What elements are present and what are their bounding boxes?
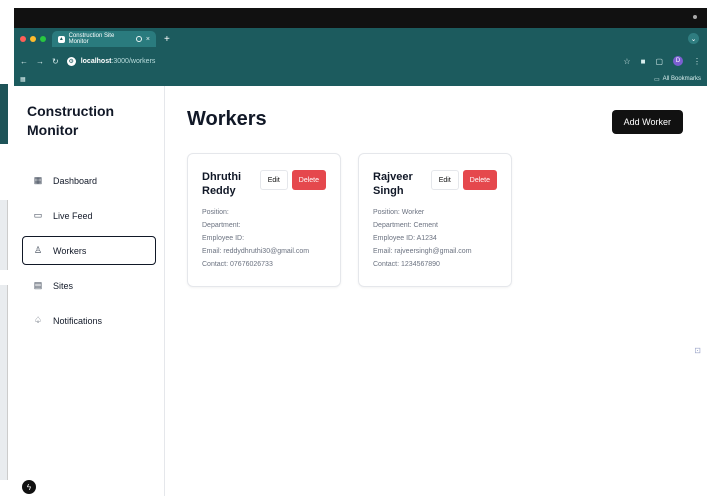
sidebar: Construction Monitor ▦ Dashboard ▭ Live …: [14, 86, 165, 496]
bookmarks-bar: ▦ ▭ All Bookmarks: [14, 72, 707, 86]
all-bookmarks[interactable]: ▭ All Bookmarks: [654, 76, 701, 83]
forward-icon[interactable]: →: [36, 57, 44, 66]
floating-helper-icon[interactable]: ⊡: [694, 346, 701, 355]
camera-icon: ▭: [33, 210, 43, 220]
sidebar-item-dashboard[interactable]: ▦ Dashboard: [22, 166, 156, 195]
sidebar-item-label: Live Feed: [53, 210, 93, 221]
worker-employee-id: Employee ID:: [202, 235, 245, 242]
edit-button[interactable]: Edit: [430, 170, 459, 190]
profile-avatar[interactable]: D: [673, 56, 683, 66]
url-path: :3000/workers: [111, 57, 156, 65]
desktop-edge: [0, 0, 14, 496]
new-tab-button[interactable]: +: [164, 34, 170, 45]
background-window-sliver: [0, 285, 8, 480]
worker-position: Position:: [202, 209, 229, 216]
status-dot-icon: [693, 15, 697, 19]
maximize-window-icon[interactable]: [40, 36, 46, 42]
app-layout: Construction Monitor ▦ Dashboard ▭ Live …: [14, 86, 707, 496]
worker-position: Position: Worker: [373, 209, 425, 216]
worker-card-header: Rajveer Singh Edit Delete: [373, 170, 497, 198]
tab-favicon-icon: ▲: [58, 35, 65, 43]
sidebar-item-notifications[interactable]: ♤ Notifications: [22, 306, 156, 335]
tab-recording-icon: [136, 36, 142, 42]
dashboard-icon: ▦: [33, 175, 43, 185]
worker-contact: Contact: 1234567890: [373, 261, 440, 268]
sidebar-item-sites[interactable]: ▤ Sites: [22, 271, 156, 300]
brand-title: Construction Monitor: [27, 103, 115, 138]
worker-name: Rajveer Singh: [373, 171, 413, 197]
worker-contact: Contact: 07676026733: [202, 261, 273, 268]
toolbar-actions: ☆ ■ ▢ D ⋮: [623, 56, 701, 66]
worker-employee-id: Employee ID: A1234: [373, 235, 437, 242]
worker-email: Email: rajveersingh@gmail.com: [373, 248, 472, 255]
background-window-sliver: [0, 84, 8, 144]
close-window-icon[interactable]: [20, 36, 26, 42]
worker-card: Dhruthi Reddy Edit Delete Position: Depa…: [187, 153, 341, 287]
os-top-bar: [14, 8, 707, 28]
tab-title: Construction Site Monitor: [68, 33, 115, 45]
sidebar-item-label: Dashboard: [53, 175, 98, 186]
worker-name: Dhruthi Reddy: [202, 171, 242, 197]
worker-email: Email: reddydhruthi30@gmail.com: [202, 248, 310, 255]
worker-card: Rajveer Singh Edit Delete Position: Work…: [358, 153, 512, 287]
sidebar-item-label: Notifications: [53, 315, 103, 326]
back-icon[interactable]: ←: [20, 57, 28, 66]
apps-grid-icon[interactable]: ▦: [20, 76, 26, 83]
address-bar: ← → ↻ ⚙ localhost:3000/workers ☆ ■ ▢ D ⋮: [14, 50, 707, 72]
extension-icon[interactable]: ■: [641, 57, 646, 66]
sidebar-item-live-feed[interactable]: ▭ Live Feed: [22, 201, 156, 230]
site-info-icon[interactable]: ⚙: [66, 56, 76, 66]
dev-tools-icon[interactable]: ϟ: [22, 480, 36, 494]
reload-icon[interactable]: ↻: [52, 57, 59, 66]
page-title: Workers: [187, 108, 267, 130]
worker-department: Department: Cement: [373, 222, 438, 229]
browser-tab[interactable]: ▲ Construction Site Monitor ×: [52, 31, 156, 47]
sidebar-item-label: Workers: [53, 245, 87, 256]
sidebar-item-label: Sites: [53, 280, 74, 291]
screen: ▲ Construction Site Monitor × + ⌄ ← → ↻ …: [0, 0, 707, 496]
worker-department: Department:: [202, 222, 241, 229]
browser-menu-icon[interactable]: ⋮: [693, 57, 701, 66]
tab-bar: ▲ Construction Site Monitor × + ⌄: [14, 28, 707, 50]
minimize-window-icon[interactable]: [30, 36, 36, 42]
users-icon: ♙: [33, 245, 43, 255]
url-host: localhost: [80, 57, 112, 65]
url-field[interactable]: ⚙ localhost:3000/workers: [66, 56, 156, 66]
folder-icon: ▭: [653, 76, 660, 83]
worker-list: Dhruthi Reddy Edit Delete Position: Depa…: [187, 153, 685, 287]
delete-button[interactable]: Delete: [462, 170, 497, 190]
sidebar-item-workers[interactable]: ♙ Workers: [22, 236, 156, 265]
all-bookmarks-label: All Bookmarks: [662, 76, 701, 82]
edit-button[interactable]: Edit: [259, 170, 288, 190]
worker-actions: Edit Delete: [259, 170, 326, 190]
worker-actions: Edit Delete: [430, 170, 497, 190]
delete-button[interactable]: Delete: [291, 170, 326, 190]
sidepanel-icon[interactable]: ▢: [655, 57, 663, 66]
tab-close-icon[interactable]: ×: [146, 36, 150, 43]
main-content: Workers Add Worker Dhruthi Reddy Edit De…: [165, 86, 707, 496]
add-worker-button[interactable]: Add Worker: [611, 110, 683, 134]
browser-window: ▲ Construction Site Monitor × + ⌄ ← → ↻ …: [14, 8, 707, 496]
worker-card-header: Dhruthi Reddy Edit Delete: [202, 170, 326, 198]
window-controls: [20, 36, 46, 42]
tab-search-icon[interactable]: ⌄: [688, 33, 699, 44]
building-icon: ▤: [33, 280, 43, 290]
bell-icon: ♤: [33, 315, 43, 325]
background-window-sliver: [0, 200, 8, 270]
bookmark-star-icon[interactable]: ☆: [623, 57, 630, 66]
